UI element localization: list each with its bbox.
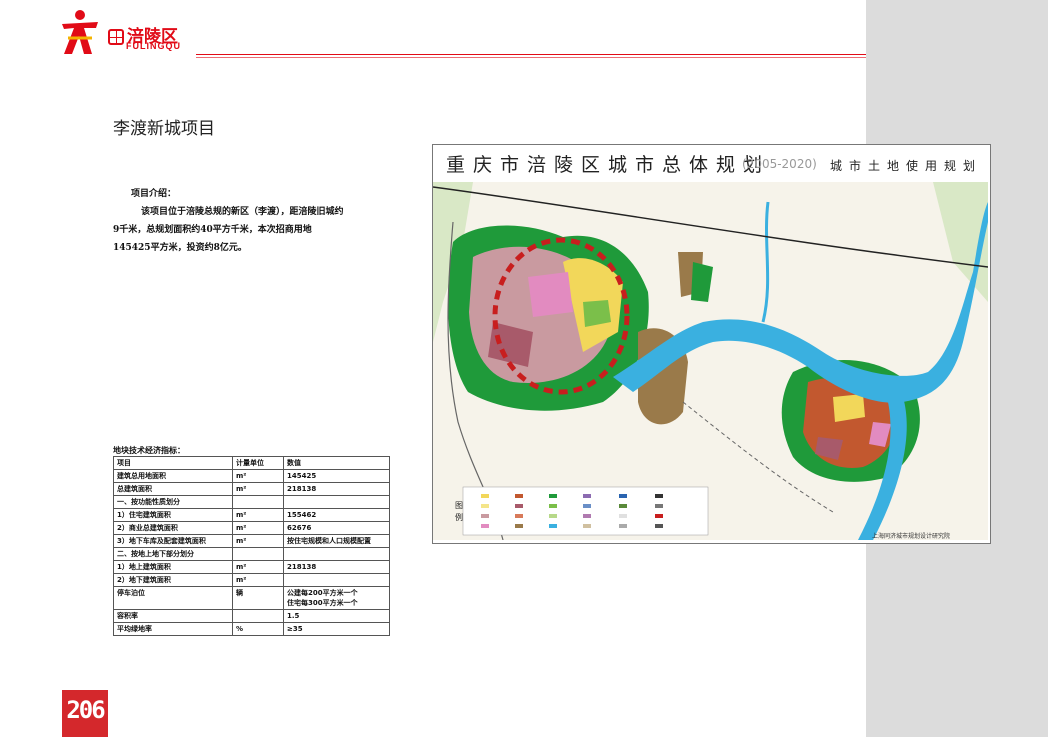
spec-cell: m²	[232, 534, 284, 548]
header-rule-secondary	[196, 57, 866, 58]
spec-cell: 项目	[113, 456, 233, 470]
spec-cell: m²	[232, 469, 284, 483]
spec-cell: m²	[232, 508, 284, 522]
spec-cell	[283, 573, 390, 587]
spec-cell	[232, 495, 284, 509]
spec-cell: 总建筑面积	[113, 482, 233, 496]
spec-cell: 容积率	[113, 609, 233, 623]
spec-cell: 公建每200平方米一个 住宅每300平方米一个	[283, 586, 390, 610]
map-title: 重庆市涪陵区城市总体规划	[446, 154, 771, 176]
table-row: 1）地上建筑面积 m² 218138	[113, 560, 390, 574]
logo-figure-icon	[62, 10, 98, 54]
spec-cell: 一、按功能性质划分	[113, 495, 233, 509]
spec-cell: %	[232, 622, 284, 636]
spec-cell	[283, 495, 390, 509]
spec-cell: 数值	[283, 456, 390, 470]
map-subtitle: 城市土地使用规划	[830, 159, 983, 173]
table-row: 平均绿地率% ≥35	[113, 622, 390, 636]
map-legend-label: 图例	[455, 501, 463, 522]
spec-cell: 218138	[283, 482, 390, 496]
spec-cell: 1）住宅建筑面积	[113, 508, 233, 522]
table-row: 3）地下车库及配套建筑面积 m² 按住宅规模和人口规模配置	[113, 534, 390, 548]
logo-en: FULINGQU	[126, 41, 181, 51]
spec-cell: 1.5	[283, 609, 390, 623]
intro-heading: 项目介绍：	[131, 189, 177, 199]
spec-cell: m²	[232, 573, 284, 587]
page-title: 李渡新城项目	[113, 119, 215, 139]
spec-cell: m²	[232, 482, 284, 496]
spec-cell: 218138	[283, 560, 390, 574]
spec-cell: 辆	[232, 586, 284, 610]
spec-cell: 145425	[283, 469, 390, 483]
table-row: 总建筑面积 m² 218138	[113, 482, 390, 496]
spec-cell: 2）地下建筑面积	[113, 573, 233, 587]
logo-box-icon	[108, 29, 124, 45]
page-header: 涪陵区 FULINGQU	[0, 0, 866, 66]
table-row: 一、按功能性质划分	[113, 495, 390, 509]
spec-cell: m²	[232, 560, 284, 574]
spec-cell	[232, 547, 284, 561]
project-intro: 项目介绍： 该项目位于涪陵总规的新区（李渡），距涪陵旧城约9千米，总规划面积约4…	[113, 185, 348, 257]
map-year: (2005-2020)	[742, 157, 817, 171]
header-rule	[196, 54, 866, 55]
spec-cell: 1）地上建筑面积	[113, 560, 233, 574]
table-row: 1）住宅建筑面积 m² 155462	[113, 508, 390, 522]
spec-cell: 2）商业总建筑面积	[113, 521, 233, 535]
table-row: 2）商业总建筑面积 m² 62676	[113, 521, 390, 535]
spec-table-header: 项目 计量单位 数值	[113, 456, 390, 470]
intro-body: 该项目位于涪陵总规的新区（李渡），距涪陵旧城约9千米，总规划面积约40平方千米，…	[113, 207, 344, 253]
spec-cell: 3）地下车库及配套建筑面积	[113, 534, 233, 548]
spec-table-title: 地块技术经济指标：	[113, 446, 185, 455]
spec-cell	[283, 547, 390, 561]
spec-cell: m²	[232, 521, 284, 535]
table-row: 建筑总用地面积 m² 145425	[113, 469, 390, 483]
spec-cell: 停车泊位	[113, 586, 233, 610]
map-graphic	[433, 182, 988, 540]
page-number: 206	[62, 690, 108, 737]
table-row: 2）地下建筑面积 m²	[113, 573, 390, 587]
spec-cell: 62676	[283, 521, 390, 535]
spec-cell: 平均绿地率	[113, 622, 233, 636]
map-credit: 上海同济城市规划设计研究院	[872, 533, 951, 540]
spec-cell: 155462	[283, 508, 390, 522]
spec-cell: 二、按地上地下部分划分	[113, 547, 233, 561]
spec-cell: 按住宅规模和人口规模配置	[283, 534, 390, 548]
table-row: 停车泊位辆公建每200平方米一个 住宅每300平方米一个	[113, 586, 390, 610]
table-row: 容积率 1.5	[113, 609, 390, 623]
spec-cell: 建筑总用地面积	[113, 469, 233, 483]
spec-cell: ≥35	[283, 622, 390, 636]
spec-cell	[232, 609, 284, 623]
spec-table: 项目 计量单位 数值 建筑总用地面积 m² 145425 总建筑面积 m² 218138 一、按功…	[113, 456, 390, 636]
spec-cell: 计量单位	[232, 456, 284, 470]
table-row: 二、按地上地下部分划分	[113, 547, 390, 561]
